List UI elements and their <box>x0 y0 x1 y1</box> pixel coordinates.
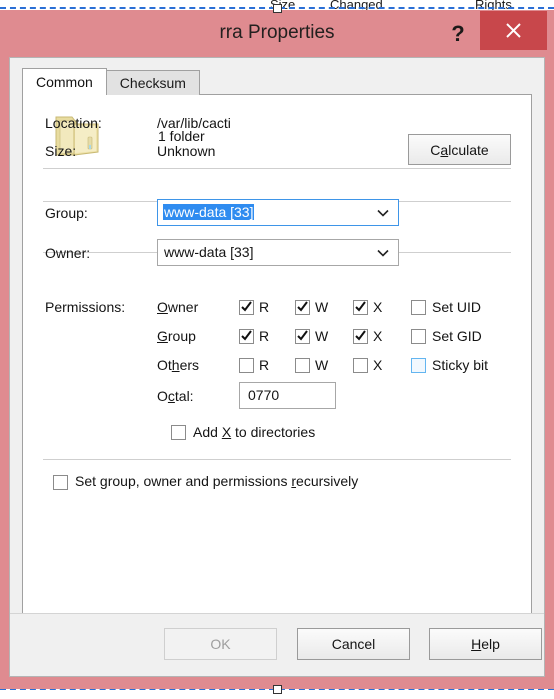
label-sticky-bit: Sticky bit <box>432 357 489 373</box>
checkbox-owner-read[interactable] <box>239 300 254 315</box>
label-others-write: W <box>315 357 329 373</box>
checkbox-others-write[interactable] <box>295 358 310 373</box>
label-owner-read: R <box>259 299 270 315</box>
cancel-button[interactable]: Cancel <box>297 628 410 660</box>
label-owner-write: W <box>315 299 329 315</box>
help-button[interactable]: Help <box>429 628 542 660</box>
tab-common-label: Common <box>36 74 93 90</box>
perm-others-after: ers <box>179 357 200 373</box>
checkbox-owner-write[interactable] <box>295 300 310 315</box>
recursive-before: Set <box>75 473 100 489</box>
label-add-x-to-directories: Add X to directories <box>193 424 315 440</box>
tab-checksum[interactable]: Checksum <box>106 70 200 95</box>
add-x-after: to directories <box>231 424 316 440</box>
label-set-gid: Set GID <box>432 328 482 344</box>
recursive-middle: roup, owner and permissions <box>107 473 292 489</box>
chevron-down-icon <box>377 209 389 217</box>
tab-page-common: 1 folder Location: /var/lib/cacti Size: … <box>22 94 532 650</box>
help-button-accel: H <box>471 636 482 652</box>
group-label: Group: <box>45 205 88 221</box>
calculate-button-label-before: C <box>430 141 441 158</box>
perm-others-before: Ot <box>157 357 172 373</box>
octal-label-before: O <box>157 388 168 404</box>
calculate-button-accel: a <box>440 141 449 158</box>
dialog-button-bar: OK Cancel Help <box>10 613 544 676</box>
checkbox-others-execute[interactable] <box>353 358 368 373</box>
octal-label: Octal: <box>157 388 194 404</box>
chevron-down-icon <box>377 249 389 257</box>
label-others-read: R <box>259 357 270 373</box>
add-x-accel: X <box>221 424 232 440</box>
add-x-before: Add <box>193 424 222 440</box>
permission-class-owner: Owner <box>157 299 227 315</box>
check-icon <box>297 330 308 341</box>
checkbox-set-recursively[interactable] <box>53 475 68 490</box>
ok-button[interactable]: OK <box>164 628 277 660</box>
perm-owner-after: wner <box>167 299 199 315</box>
checkbox-sticky-bit[interactable] <box>411 358 426 373</box>
permission-class-others: Others <box>157 357 227 373</box>
dialog-titlebar[interactable]: rra Properties ? <box>0 10 554 57</box>
owner-combobox-value: www-data [33] <box>164 244 254 260</box>
label-others-execute: X <box>373 357 383 373</box>
checkbox-group-execute[interactable] <box>353 329 368 344</box>
divider-1 <box>43 168 511 169</box>
cancel-button-label: Cancel <box>331 636 376 652</box>
resize-handle-top[interactable] <box>273 4 282 13</box>
group-combobox[interactable]: www-data [33] <box>157 199 399 226</box>
ok-button-label: OK <box>210 636 231 652</box>
check-icon <box>241 301 252 312</box>
question-mark-icon[interactable]: ? <box>438 16 478 52</box>
resize-handle-bottom[interactable] <box>273 685 282 694</box>
perm-owner-accel: O <box>157 299 168 315</box>
recursive-after: ecursively <box>296 473 359 489</box>
size-label: Size: <box>45 143 77 159</box>
label-group-execute: X <box>373 328 383 344</box>
owner-combobox[interactable]: www-data [33] <box>157 239 399 266</box>
label-group-read: R <box>259 328 270 344</box>
size-value: Unknown <box>157 143 216 159</box>
check-icon <box>297 301 308 312</box>
label-group-write: W <box>315 328 329 344</box>
divider-4 <box>43 459 511 460</box>
tab-common[interactable]: Common <box>22 68 107 95</box>
octal-label-accel: c <box>167 388 175 404</box>
checkbox-group-write[interactable] <box>295 329 310 344</box>
checkbox-set-gid[interactable] <box>411 329 426 344</box>
help-button-after: elp <box>481 636 500 652</box>
label-set-recursively: Set group, owner and permissions recursi… <box>75 473 358 489</box>
label-owner-execute: X <box>373 299 383 315</box>
location-value: /var/lib/cacti <box>157 115 231 131</box>
tab-checksum-label: Checksum <box>119 75 186 91</box>
close-x-icon <box>506 23 521 38</box>
group-combobox-value: www-data [33] <box>163 204 255 220</box>
checkbox-others-read[interactable] <box>239 358 254 373</box>
perm-group-accel: G <box>157 328 168 344</box>
location-label: Location: <box>45 115 102 131</box>
checkbox-add-x-to-directories[interactable] <box>171 425 186 440</box>
calculate-button[interactable]: Ca lculate <box>408 134 511 165</box>
permissions-label: Permissions: <box>45 299 126 315</box>
checkbox-owner-execute[interactable] <box>353 300 368 315</box>
octal-label-after: tal: <box>174 388 194 404</box>
tab-strip: Common Checksum <box>22 68 200 95</box>
calculate-button-label-after: lculate <box>448 141 489 158</box>
checkbox-group-read[interactable] <box>239 329 254 344</box>
perm-others-accel: h <box>171 357 180 373</box>
label-set-uid: Set UID <box>432 299 482 315</box>
recursive-accel1: g <box>99 473 108 489</box>
owner-label: Owner: <box>45 245 91 261</box>
dialog-client-area: Common Checksum 1 folder Location: /var/… <box>9 57 545 677</box>
check-icon <box>355 301 366 312</box>
close-button[interactable] <box>480 11 547 50</box>
properties-dialog: rra Properties ? Common Checksum 1 folde… <box>0 10 554 689</box>
perm-group-after: roup <box>167 328 196 344</box>
check-icon <box>241 330 252 341</box>
octal-input[interactable]: 0770 <box>239 382 336 409</box>
permission-class-group: Group <box>157 328 227 344</box>
check-icon <box>355 330 366 341</box>
checkbox-set-uid[interactable] <box>411 300 426 315</box>
